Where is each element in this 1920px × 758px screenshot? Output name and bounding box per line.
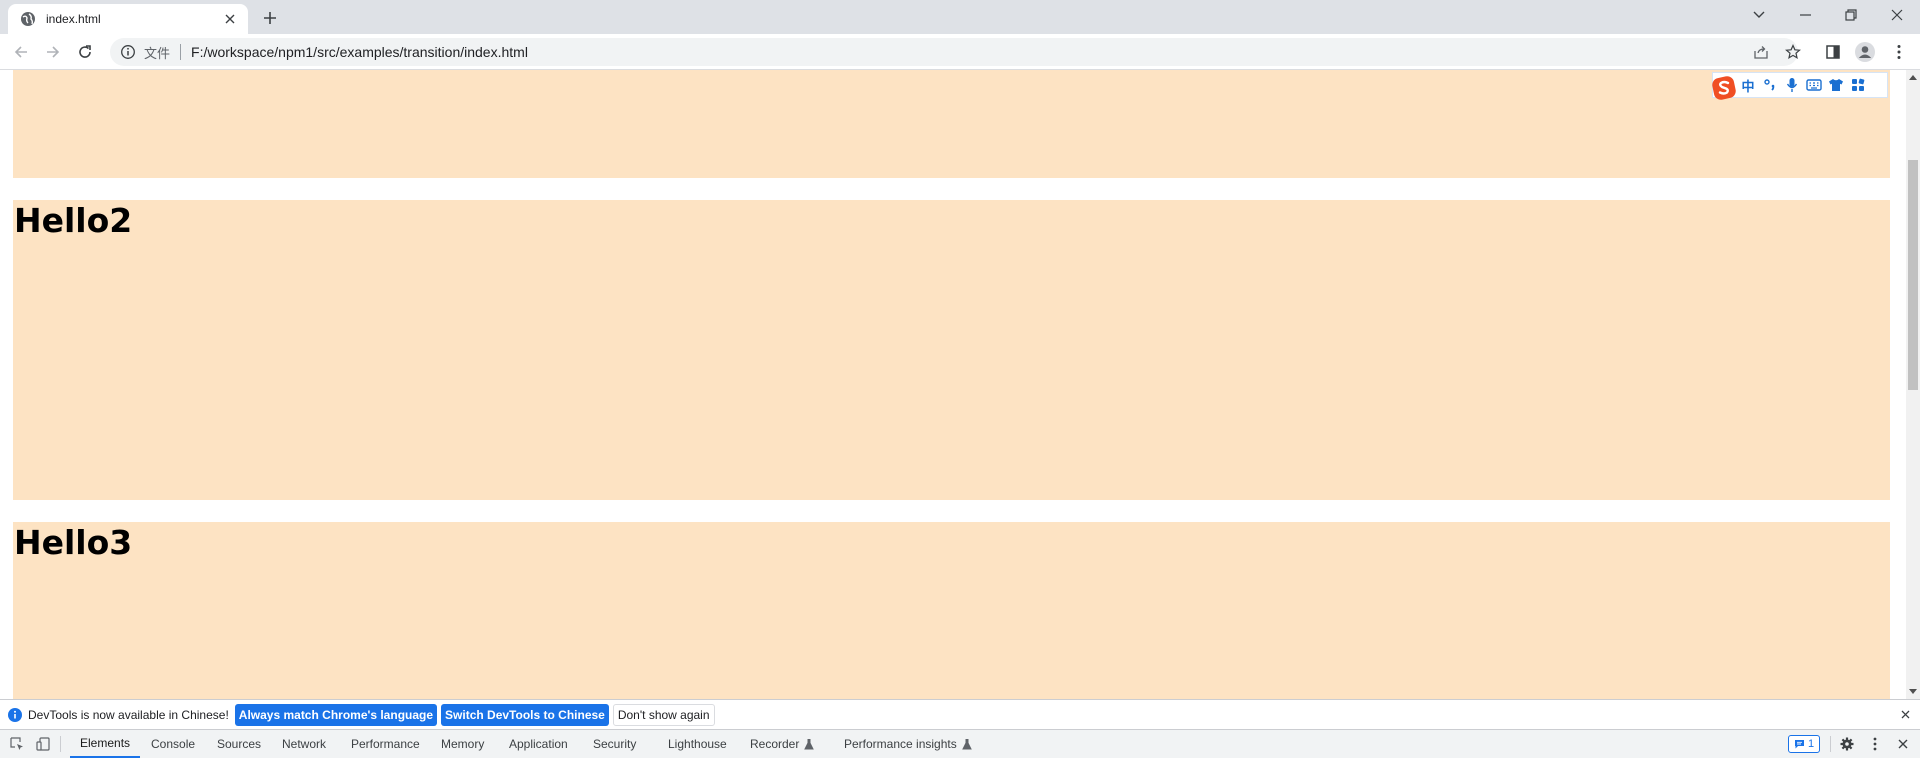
close-devtools-icon[interactable]: [1894, 735, 1912, 753]
infobar-message: DevTools is now available in Chinese!: [28, 707, 229, 722]
device-toolbar-icon[interactable]: [34, 735, 52, 753]
side-panel-icon: [1826, 45, 1840, 59]
devtools-tabbar: Elements Console Sources Network Perform…: [0, 729, 1920, 758]
tab-recorder-label: Recorder: [750, 737, 800, 751]
info-icon[interactable]: [120, 44, 136, 60]
tab-memory[interactable]: Memory: [431, 730, 494, 758]
hello3-heading: Hello3: [14, 523, 133, 562]
forward-button[interactable]: [40, 39, 66, 65]
address-separator: [180, 44, 182, 60]
dont-show-again-button[interactable]: Don't show again: [612, 703, 715, 726]
tab-performance-insights[interactable]: Performance insights: [834, 730, 982, 758]
new-tab-button[interactable]: [258, 6, 282, 30]
close-tab-icon[interactable]: [222, 11, 238, 27]
share-button[interactable]: [1748, 39, 1774, 65]
toolbar-divider: [1830, 736, 1831, 752]
skin-shirt-icon[interactable]: [1825, 74, 1847, 96]
tab-network[interactable]: Network: [272, 730, 336, 758]
info-filled-icon: [8, 707, 22, 722]
tab-sources[interactable]: Sources: [207, 730, 271, 758]
tab-security[interactable]: Security: [583, 730, 646, 758]
reload-icon: [79, 45, 91, 58]
experiment-flask-icon: [961, 738, 972, 749]
tab-search-button[interactable]: [1736, 0, 1782, 30]
profile-button[interactable]: [1852, 39, 1878, 65]
tab-performance[interactable]: Performance: [341, 730, 430, 758]
tab-console[interactable]: Console: [141, 730, 205, 758]
devtools-more-icon[interactable]: [1866, 735, 1884, 753]
tab-lighthouse[interactable]: Lighthouse: [658, 730, 737, 758]
tab-title: index.html: [46, 12, 101, 26]
restore-icon: [1845, 9, 1857, 21]
share-icon: [1754, 46, 1768, 59]
browser-toolbar: 文件 F:/workspace/npm1/src/examples/transi…: [0, 34, 1920, 70]
close-icon: [1891, 9, 1903, 21]
keyboard-icon[interactable]: [1803, 74, 1825, 96]
experiment-flask-icon: [804, 738, 815, 749]
hello-box-1: [13, 70, 1890, 178]
more-vert-icon: [1897, 45, 1901, 59]
browser-tab[interactable]: index.html: [8, 4, 248, 34]
minimize-icon: [1799, 14, 1811, 16]
star-icon: [1785, 44, 1801, 60]
bookmark-button[interactable]: [1780, 39, 1806, 65]
settings-gear-icon[interactable]: [1838, 735, 1856, 753]
side-panel-button[interactable]: [1820, 39, 1846, 65]
page-scrollbar[interactable]: [1906, 70, 1920, 699]
message-icon: [1795, 740, 1804, 749]
page-viewport: Hello2 Hello3: [0, 70, 1906, 699]
scheme-label: 文件: [144, 45, 171, 61]
ime-mode-chinese[interactable]: 中: [1737, 74, 1759, 96]
plus-icon: [264, 12, 276, 24]
devtools-language-infobar: DevTools is now available in Chinese! Al…: [0, 699, 1920, 729]
address-bar[interactable]: 文件 F:/workspace/npm1/src/examples/transi…: [110, 38, 1798, 66]
scroll-up-arrow[interactable]: [1908, 72, 1918, 82]
scroll-thumb[interactable]: [1908, 160, 1918, 390]
always-match-language-button[interactable]: Always match Chrome's language: [234, 703, 438, 726]
reload-button[interactable]: [72, 39, 98, 65]
tab-performance-insights-label: Performance insights: [844, 737, 957, 751]
arrow-right-icon: [47, 46, 60, 58]
toolbox-grid-icon[interactable]: [1847, 74, 1869, 96]
microphone-icon[interactable]: [1781, 74, 1803, 96]
restore-button[interactable]: [1828, 0, 1874, 30]
tab-elements[interactable]: Elements: [70, 730, 141, 758]
ime-toolbar[interactable]: 中: [1711, 72, 1888, 101]
close-infobar-icon[interactable]: [1898, 707, 1912, 721]
minimize-button[interactable]: [1782, 0, 1828, 30]
close-window-button[interactable]: [1874, 0, 1920, 30]
chevron-down-icon: [1753, 11, 1765, 18]
avatar-icon: [1855, 42, 1875, 62]
tab-strip: index.html: [0, 0, 1920, 34]
hello-box-3: Hello3: [13, 522, 1890, 699]
menu-button[interactable]: [1886, 39, 1912, 65]
hello2-heading: Hello2: [14, 201, 133, 240]
hello-box-2: Hello2: [13, 200, 1890, 500]
issues-badge[interactable]: 1: [1788, 735, 1821, 753]
sogou-logo-icon[interactable]: [1711, 75, 1737, 101]
inspect-element-icon[interactable]: [8, 735, 26, 753]
issues-count: 1: [1808, 738, 1815, 750]
switch-to-chinese-button[interactable]: Switch DevTools to Chinese: [441, 703, 609, 726]
punctuation-icon[interactable]: [1759, 74, 1781, 96]
scroll-down-arrow[interactable]: [1908, 687, 1918, 697]
toolbar-divider: [60, 736, 61, 752]
url-text[interactable]: F:/workspace/npm1/src/examples/transitio…: [191, 44, 528, 60]
tab-recorder[interactable]: Recorder: [740, 730, 824, 758]
tab-application[interactable]: Application: [499, 730, 578, 758]
arrow-left-icon: [14, 46, 27, 58]
globe-icon: [21, 12, 35, 26]
back-button[interactable]: [8, 39, 34, 65]
